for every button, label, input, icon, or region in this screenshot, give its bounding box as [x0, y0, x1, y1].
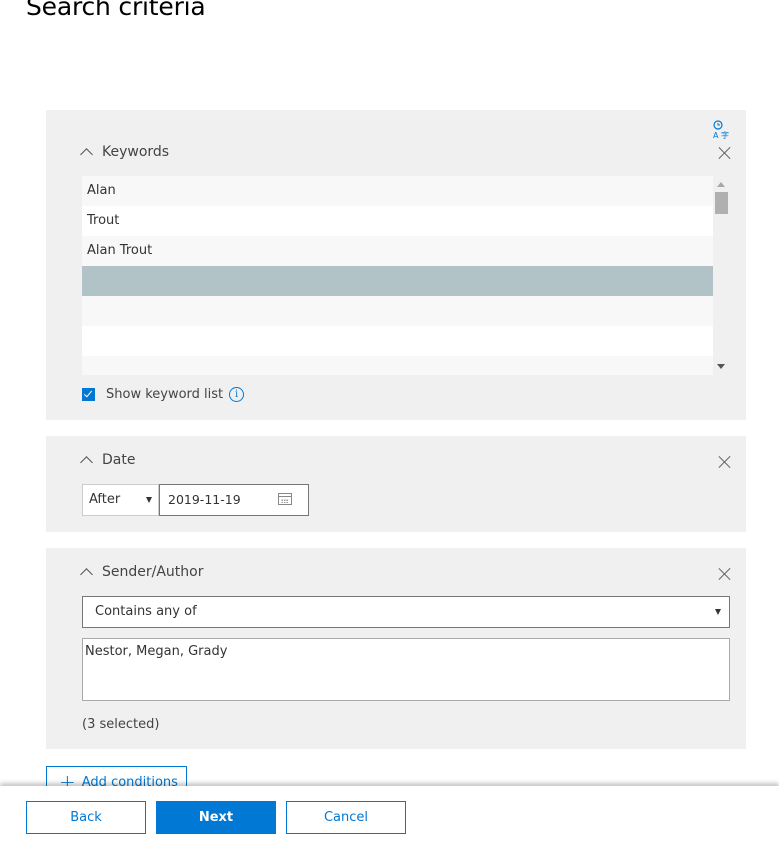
show-keyword-list-checkbox[interactable] — [82, 388, 95, 401]
remove-keywords-close-icon[interactable] — [718, 146, 732, 160]
sender-author-card: Sender/Author Contains any of Nestor, Me… — [46, 548, 746, 749]
show-keyword-list-row: Show keyword list i — [82, 387, 245, 402]
next-button[interactable]: Next — [156, 801, 276, 834]
keyword-row[interactable] — [82, 356, 713, 375]
chevron-up-icon — [80, 148, 93, 161]
keywords-card: A 字 Keywords Alan Trout Alan Trout Show … — [46, 110, 746, 420]
date-input[interactable]: 2019-11-19 — [159, 484, 309, 516]
svg-text:字: 字 — [721, 130, 729, 140]
sender-collapse-toggle[interactable]: Sender/Author — [80, 564, 204, 581]
scroll-down-arrow-icon[interactable] — [717, 364, 725, 369]
date-operator-value: After — [89, 492, 121, 507]
caret-down-icon — [715, 609, 721, 615]
keyword-row[interactable]: Alan — [82, 176, 713, 206]
page-title: Search criteria — [26, 0, 206, 21]
caret-down-icon — [146, 497, 152, 503]
date-card: Date After 2019-11-19 — [46, 436, 746, 532]
date-operator-select[interactable]: After — [82, 484, 159, 516]
remove-date-close-icon[interactable] — [718, 455, 732, 469]
date-input-value: 2019-11-19 — [168, 492, 241, 507]
calendar-icon[interactable] — [278, 493, 292, 505]
cancel-button[interactable]: Cancel — [286, 801, 406, 834]
date-collapse-toggle[interactable]: Date — [80, 452, 136, 469]
language-settings-icon[interactable]: A 字 — [712, 120, 732, 140]
keyword-row[interactable]: Trout — [82, 206, 713, 236]
add-conditions-button[interactable]: + Add conditions — [46, 766, 187, 786]
wizard-footer: Back Next Cancel — [0, 786, 779, 843]
chevron-up-icon — [80, 568, 93, 581]
keyword-row[interactable] — [82, 296, 713, 326]
search-criteria-page: Search criteria A 字 Keywords Alan Trout — [0, 0, 779, 843]
scrollbar-thumb[interactable] — [715, 192, 728, 214]
sender-input[interactable]: Nestor, Megan, Grady — [82, 638, 730, 701]
keyword-row-selected[interactable] — [82, 266, 713, 296]
sender-operator-value: Contains any of — [95, 604, 197, 619]
remove-sender-close-icon[interactable] — [718, 567, 732, 581]
keyword-list-scrollbar[interactable] — [713, 176, 730, 375]
keyword-rows: Alan Trout Alan Trout — [82, 176, 713, 375]
show-keyword-list-label[interactable]: Show keyword list — [106, 387, 223, 402]
sender-header-label: Sender/Author — [102, 564, 204, 580]
svg-text:A: A — [713, 131, 719, 140]
selected-count: (3 selected) — [82, 717, 160, 732]
keyword-row[interactable] — [82, 326, 713, 356]
add-conditions-label: Add conditions — [81, 774, 178, 787]
scroll-area[interactable]: Search criteria A 字 Keywords Alan Trout — [0, 0, 779, 786]
chevron-up-icon — [80, 456, 93, 469]
info-icon[interactable]: i — [229, 387, 245, 402]
keyword-list: Alan Trout Alan Trout — [82, 176, 730, 375]
date-header-label: Date — [102, 452, 136, 468]
keywords-header-label: Keywords — [102, 144, 170, 160]
plus-icon: + — [59, 770, 76, 786]
back-button[interactable]: Back — [26, 801, 146, 834]
keywords-collapse-toggle[interactable]: Keywords — [80, 144, 170, 161]
sender-operator-select[interactable]: Contains any of — [82, 596, 730, 628]
keyword-row[interactable]: Alan Trout — [82, 236, 713, 266]
scroll-up-arrow-icon[interactable] — [717, 182, 725, 187]
